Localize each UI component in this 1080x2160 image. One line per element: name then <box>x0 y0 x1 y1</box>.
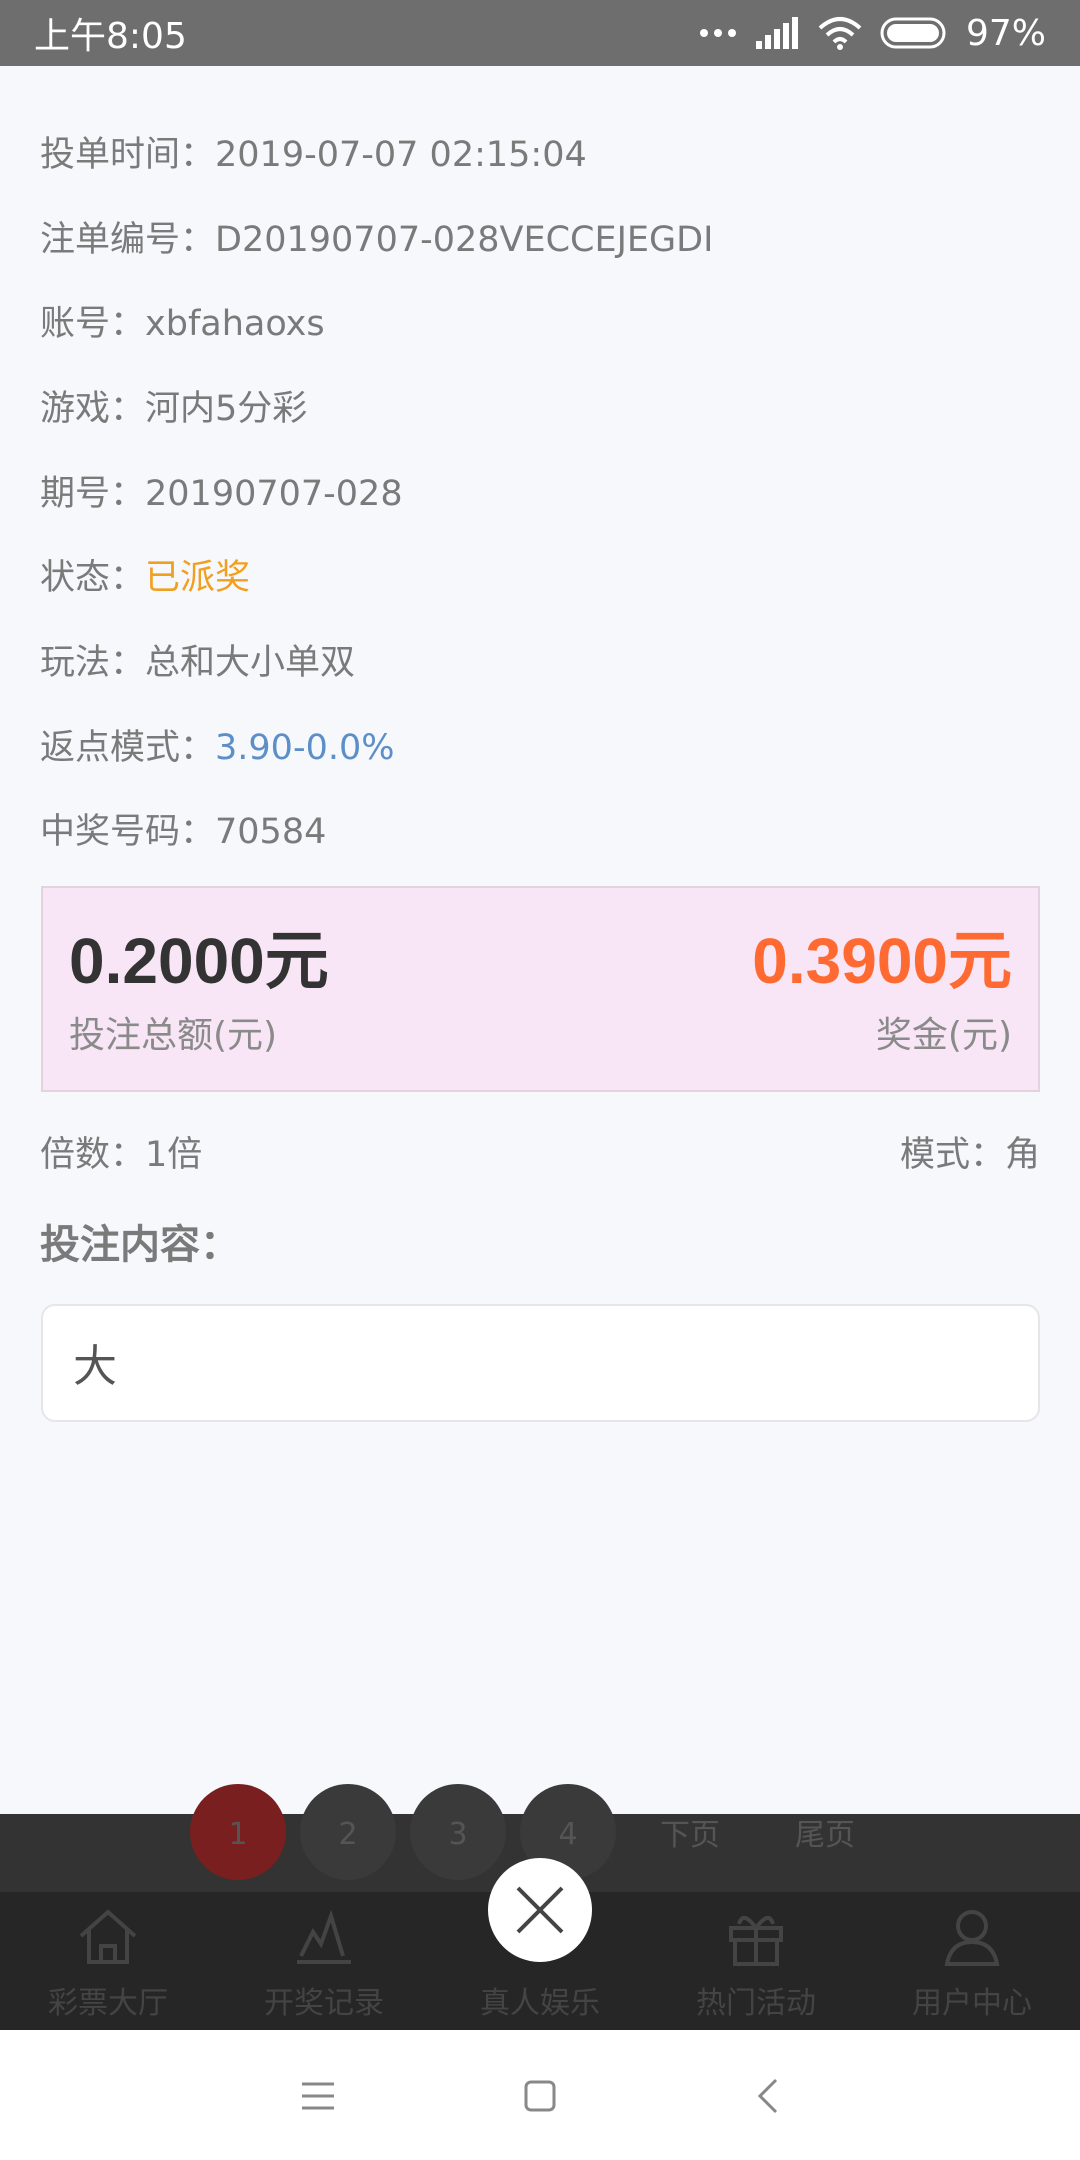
tab-lottery-hall[interactable]: 彩票大厅 <box>0 1902 216 2030</box>
home-square-icon <box>524 2080 556 2112</box>
detail-row-play-type: 玩法：总和大小单双 <box>40 643 356 683</box>
detail-row-winning-number: 中奖号码：70584 <box>40 812 327 852</box>
bet-content-box: 大 <box>41 1304 1040 1422</box>
battery-percent: 97% <box>965 12 1046 54</box>
detail-row-game: 游戏：河内5分彩 <box>40 389 308 429</box>
detail-row-bet-time: 投单时间：2019-07-07 02:15:04 <box>40 135 587 175</box>
signal-icon <box>755 17 800 49</box>
next-page-button[interactable]: 下页 <box>660 1810 720 1854</box>
status-icons: 97% <box>698 13 1046 54</box>
page-button-1[interactable]: 1 <box>190 1784 286 1880</box>
bet-content-title: 投注内容： <box>40 1222 240 1268</box>
home-icon <box>79 1909 137 1964</box>
tab-hot-events[interactable]: 热门活动 <box>648 1902 864 2030</box>
close-icon <box>516 1886 564 1934</box>
user-icon <box>944 1910 1000 1966</box>
status-badge: 已派奖 <box>145 558 251 598</box>
detail-row-rebate-mode: 返点模式：3.90-0.0% <box>40 728 395 768</box>
more-dots-icon <box>698 27 738 39</box>
chart-icon <box>297 1909 351 1964</box>
detail-row-issue: 期号：20190707-028 <box>40 474 403 514</box>
back-nav-button[interactable] <box>740 2068 796 2124</box>
menu-icon <box>302 2082 334 2110</box>
prize-label: 奖金(元) <box>875 1015 1012 1056</box>
tab-draw-records[interactable]: 开奖记录 <box>216 1902 432 2030</box>
page-button-3[interactable]: 3 <box>410 1784 506 1880</box>
detail-row-order-id: 注单编号：D20190707-028VECCEJEGDI <box>40 220 714 260</box>
bet-total-value: 0.2000元 <box>69 925 329 997</box>
system-nav-bar <box>0 2030 1080 2160</box>
bet-detail-sheet: 投单时间：2019-07-07 02:15:04 注单编号：D20190707-… <box>0 66 1080 1814</box>
mode-text: 模式：角 <box>899 1135 1040 1175</box>
wifi-icon <box>818 16 862 50</box>
amount-summary-box: 0.2000元 投注总额(元) 0.3900元 奖金(元) <box>41 886 1040 1092</box>
back-chevron-icon <box>757 2078 778 2114</box>
bet-content-value: 大 <box>73 1341 117 1392</box>
prize-value: 0.3900元 <box>752 925 1012 997</box>
tab-user-center[interactable]: 用户中心 <box>864 1902 1080 2030</box>
last-page-button[interactable]: 尾页 <box>795 1810 855 1854</box>
detail-row-account: 账号：xbfahaoxs <box>40 304 325 344</box>
battery-icon <box>880 17 948 49</box>
status-bar: 上午8:05 97% <box>0 0 1080 66</box>
detail-row-status: 状态：已派奖 <box>40 558 251 598</box>
menu-nav-button[interactable] <box>290 2068 346 2124</box>
multiplier-text: 倍数：1倍 <box>40 1135 203 1175</box>
page-button-2[interactable]: 2 <box>300 1784 396 1880</box>
bet-total-label: 投注总额(元) <box>69 1015 278 1056</box>
status-time: 上午8:05 <box>34 16 187 57</box>
home-nav-button[interactable] <box>512 2068 568 2124</box>
close-button[interactable] <box>488 1858 592 1962</box>
gift-icon <box>729 1916 783 1966</box>
